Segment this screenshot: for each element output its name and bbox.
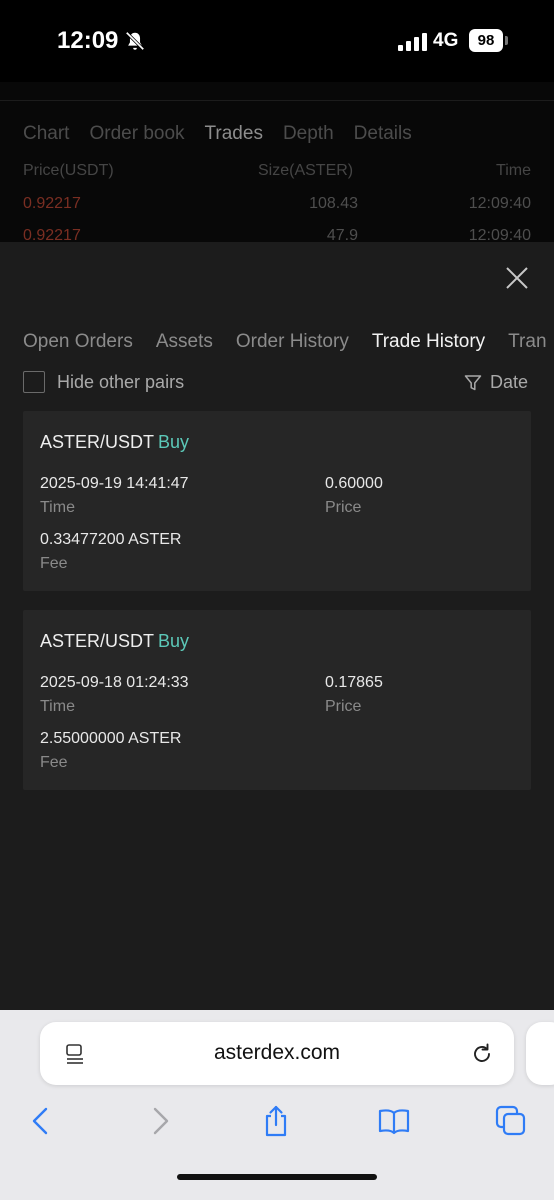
trade-fee-value: 2.55000000 ASTER [40, 730, 182, 747]
trade-fee-label: Fee [40, 754, 68, 771]
battery-tip [505, 36, 508, 45]
date-filter-label: Date [490, 372, 529, 392]
trade-card: ASTER/USDT Buy 2025-09-18 01:24:33 Time 0… [23, 610, 531, 790]
trade-row-price: 0.92217 [23, 195, 81, 212]
trade-price-value: 0.60000 [325, 475, 383, 492]
status-time: 12:09 [57, 27, 119, 54]
column-header-time: Time [496, 162, 531, 179]
tab-depth: Depth [282, 123, 334, 144]
trade-time-label: Time [40, 698, 75, 715]
share-icon[interactable] [259, 1104, 293, 1138]
background-trades-page: Chart Order book Trades Depth Details Pr… [0, 82, 554, 244]
browser-toolbar: asterdex.com [0, 1010, 554, 1200]
trade-fee-value: 0.33477200 ASTER [40, 531, 182, 548]
divider [0, 100, 554, 101]
status-bar: 12:09 4G 98 [0, 0, 554, 82]
address-bar[interactable]: asterdex.com [40, 1022, 514, 1085]
tab-transfer[interactable]: Tran [508, 331, 546, 353]
sheet-tab-bar: Open Orders Assets Order History Trade H… [23, 331, 554, 353]
reload-icon[interactable] [470, 1042, 494, 1066]
hide-other-pairs-label: Hide other pairs [57, 372, 185, 392]
bookmarks-icon[interactable] [377, 1104, 411, 1138]
trade-price-label: Price [325, 698, 362, 715]
trade-price-value: 0.17865 [325, 674, 383, 691]
tab-chart: Chart [23, 123, 70, 144]
trade-side: Buy [158, 631, 190, 651]
trade-card-title: ASTER/USDT Buy [40, 432, 189, 453]
network-type: 4G [433, 30, 459, 51]
tab-order-book: Order book [89, 123, 185, 144]
next-tab-preview[interactable] [526, 1022, 554, 1085]
tab-details: Details [353, 123, 412, 144]
trade-side: Buy [158, 432, 190, 452]
background-tab-bar: Chart Order book Trades Depth Details [23, 123, 432, 145]
hide-other-pairs-checkbox[interactable] [23, 371, 45, 393]
screen: 12:09 4G 98 Chart Order book Trades Dept… [0, 0, 554, 1200]
trade-price-label: Price [325, 499, 362, 516]
battery-icon: 98 [469, 29, 503, 52]
tab-trades: Trades [204, 123, 263, 144]
back-icon[interactable] [24, 1104, 58, 1138]
cellular-signal-icon [398, 33, 427, 51]
tabs-icon[interactable] [494, 1104, 528, 1138]
trade-card-title: ASTER/USDT Buy [40, 631, 189, 652]
close-icon[interactable] [499, 260, 535, 296]
trade-pair: ASTER/USDT [40, 631, 155, 651]
trade-row-size: 108.43 [309, 195, 358, 212]
trade-time-value: 2025-09-18 01:24:33 [40, 674, 189, 691]
trade-time-label: Time [40, 499, 75, 516]
url-text: asterdex.com [213, 1041, 341, 1064]
forward-icon[interactable] [143, 1104, 177, 1138]
home-indicator [177, 1174, 377, 1180]
column-header-size: Size(ASTER) [258, 162, 354, 179]
filter-icon [464, 374, 482, 390]
tab-trade-history[interactable]: Trade History [372, 331, 485, 353]
tab-open-orders[interactable]: Open Orders [23, 331, 133, 353]
trade-time-value: 2025-09-19 14:41:47 [40, 475, 189, 492]
column-header-price: Price(USDT) [23, 162, 114, 179]
trade-card: ASTER/USDT Buy 2025-09-19 14:41:47 Time 0… [23, 411, 531, 591]
date-filter-button[interactable]: Date [464, 372, 528, 393]
tab-order-history[interactable]: Order History [236, 331, 349, 353]
trade-row-time: 12:09:40 [468, 195, 531, 212]
trade-history-sheet: Open Orders Assets Order History Trade H… [0, 242, 554, 1010]
trade-fee-label: Fee [40, 555, 68, 572]
tab-assets[interactable]: Assets [156, 331, 213, 353]
trade-pair: ASTER/USDT [40, 432, 155, 452]
bell-muted-icon [125, 31, 145, 51]
